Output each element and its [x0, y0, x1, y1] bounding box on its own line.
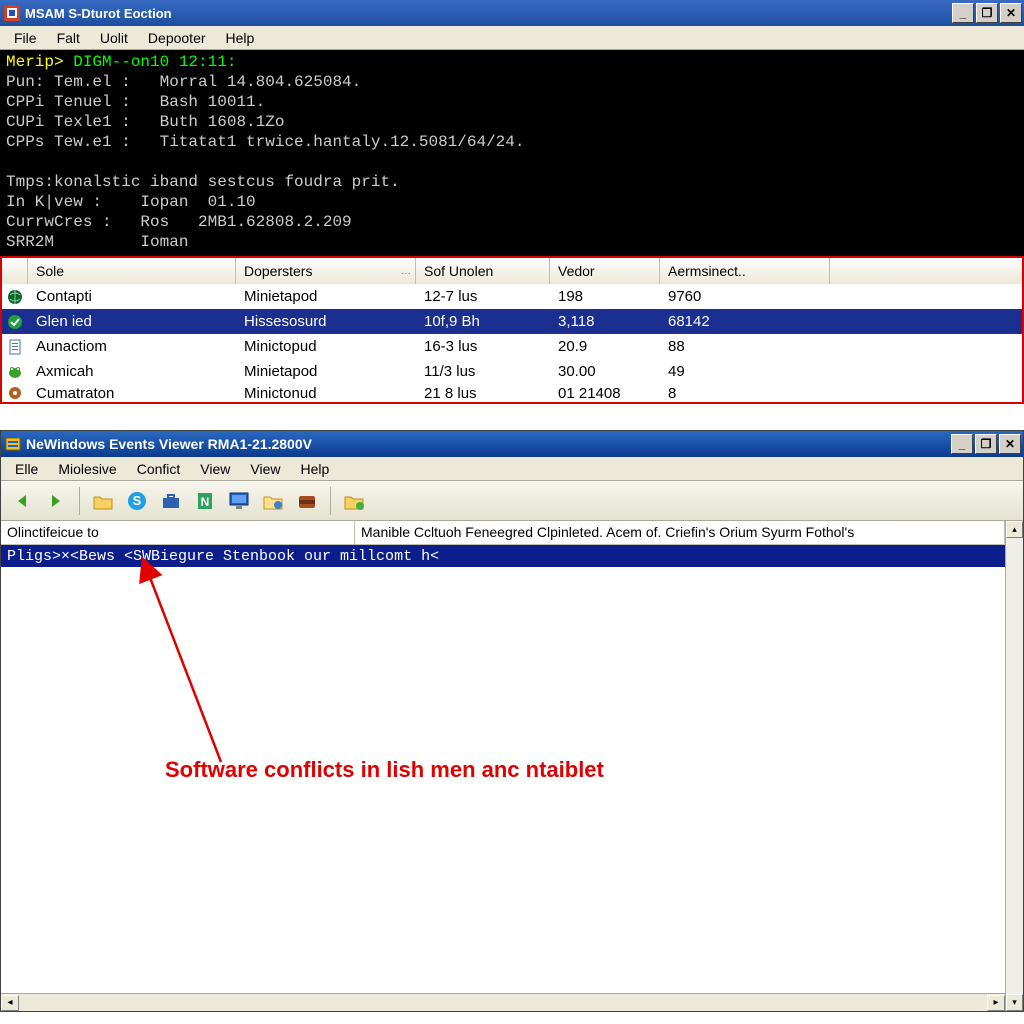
col-olinctifeicue[interactable]: Olinctifeicue to — [1, 521, 355, 544]
close-button[interactable]: ✕ — [999, 434, 1021, 454]
th-sofunolen[interactable]: Sof Unolen — [416, 258, 550, 284]
console-line: CPPs Tew.e1 : Titatat1 trwice.hantaly.12… — [6, 133, 524, 151]
menu-confict[interactable]: Confict — [127, 459, 191, 479]
window-controls-top: _ ❐ ✕ — [950, 3, 1022, 23]
events-body: Software conflicts in lish men anc ntaib… — [1, 567, 1005, 993]
menu-help[interactable]: Help — [216, 28, 265, 48]
globe-icon — [7, 289, 23, 305]
scroll-right-button[interactable]: ▸ — [987, 995, 1005, 1011]
events-title: NeWindows Events Viewer RMA1-21.2800V — [26, 436, 312, 452]
note-icon[interactable]: N — [190, 486, 220, 516]
toolbar-events: S N — [1, 481, 1023, 521]
events-viewer-window: NeWindows Events Viewer RMA1-21.2800V _ … — [0, 430, 1024, 1012]
scroll-down-button[interactable]: ▾ — [1006, 994, 1023, 1011]
folder2-icon[interactable] — [258, 486, 288, 516]
folder3-icon[interactable] — [339, 486, 369, 516]
scroll-up-button[interactable]: ▴ — [1006, 521, 1023, 538]
console-line: CurrwCres : Ros 2MB1.62808.2.209 — [6, 213, 352, 231]
menubar-events[interactable]: Elle Miolesive Confict View View Help — [1, 457, 1023, 481]
th-vedor[interactable]: Vedor — [550, 258, 660, 284]
close-button[interactable]: ✕ — [1000, 3, 1022, 23]
toolbar-separator — [79, 487, 80, 515]
toolbar-separator — [330, 487, 331, 515]
console-line: Tmps:konalstic iband sestcus foudra prit… — [6, 173, 400, 191]
th-icon[interactable] — [2, 258, 28, 284]
titlebar-events[interactable]: NeWindows Events Viewer RMA1-21.2800V _ … — [1, 431, 1023, 457]
menu-depooter[interactable]: Depooter — [138, 28, 216, 48]
console-command: DIGM--on10 12:11: — [64, 53, 237, 71]
col-manible[interactable]: Manible Ccltuoh Feneegred Clpinleted. Ac… — [355, 521, 1005, 544]
annotation-text: Software conflicts in lish men anc ntaib… — [165, 757, 604, 783]
minimize-button[interactable]: _ — [951, 434, 973, 454]
frog-icon — [7, 364, 23, 380]
events-columns: Olinctifeicue to Manible Ccltuoh Feneegr… — [1, 521, 1005, 545]
th-dopersters[interactable]: Dopersters… — [236, 258, 416, 284]
table-row[interactable]: Aunactiom Minictopud 16-3 lus 20.9 88 — [2, 334, 1022, 359]
console-line: In K|vew : Iopan 01.10 — [6, 193, 256, 211]
doc-icon — [7, 339, 23, 355]
menu-falt[interactable]: Falt — [47, 28, 90, 48]
console-line: CPPi Tenuel : Bash 10011. — [6, 93, 265, 111]
app-icon — [4, 5, 20, 21]
maximize-button[interactable]: ❐ — [976, 3, 998, 23]
horizontal-scrollbar[interactable]: ◂ ▸ — [1, 993, 1005, 1011]
vertical-scrollbar[interactable]: ▴ ▾ — [1005, 521, 1023, 1011]
gear-icon — [7, 385, 23, 401]
console-line: SRR2M Ioman — [6, 233, 188, 251]
table-header: Sole Dopersters… Sof Unolen Vedor Aermsi… — [2, 258, 1022, 284]
window-controls-events: _ ❐ ✕ — [949, 434, 1021, 454]
data-table: Sole Dopersters… Sof Unolen Vedor Aermsi… — [0, 256, 1024, 404]
console-prompt: Merip> — [6, 53, 64, 71]
table-row[interactable]: Cumatraton Minictonud 21 8 lus 01 21408 … — [2, 384, 1022, 402]
menu-help2[interactable]: Help — [290, 459, 339, 479]
menu-view[interactable]: View — [190, 459, 240, 479]
forward-icon[interactable] — [41, 486, 71, 516]
menubar-top[interactable]: File Falt Uolit Depooter Help — [0, 26, 1024, 50]
menu-uolit[interactable]: Uolit — [90, 28, 138, 48]
menu-file[interactable]: File — [4, 28, 47, 48]
titlebar-title: MSAM S-Dturot Eoction — [25, 6, 172, 21]
console-line: Pun: Tem.el : Morral 14.804.625084. — [6, 73, 361, 91]
events-icon — [5, 436, 21, 452]
table-row[interactable]: Axmicah Minietapod 11/3 lus 30.00 49 — [2, 359, 1022, 384]
check-icon — [7, 314, 23, 330]
scroll-left-button[interactable]: ◂ — [1, 995, 19, 1011]
maximize-button[interactable]: ❐ — [975, 434, 997, 454]
folder-icon[interactable] — [88, 486, 118, 516]
top-window: MSAM S-Dturot Eoction _ ❐ ✕ File Falt Uo… — [0, 0, 1024, 404]
back-icon[interactable] — [7, 486, 37, 516]
table-row[interactable]: Contapti Minietapod 12-7 lus 198 9760 — [2, 284, 1022, 309]
events-row-selected[interactable]: Pligs>×<Bews <SWBiegure Stenbook our mil… — [1, 545, 1005, 567]
svg-text:S: S — [133, 493, 142, 508]
titlebar-top[interactable]: MSAM S-Dturot Eoction _ ❐ ✕ — [0, 0, 1024, 26]
th-sole[interactable]: Sole — [28, 258, 236, 284]
skype-icon[interactable]: S — [122, 486, 152, 516]
table-row[interactable]: Glen ied Hissesosurd 10f,9 Bh 3,118 6814… — [2, 309, 1022, 334]
console-output: Merip> DIGM--on10 12:11: Pun: Tem.el : M… — [0, 50, 1024, 256]
minimize-button[interactable]: _ — [952, 3, 974, 23]
computer-icon[interactable] — [224, 486, 254, 516]
svg-text:N: N — [201, 495, 210, 509]
menu-view2[interactable]: View — [240, 459, 290, 479]
console-line: CUPi Texle1 : Buth 1608.1Zo — [6, 113, 284, 131]
wallet-icon[interactable] — [292, 486, 322, 516]
annotation-arrow — [81, 567, 281, 780]
scroll-track[interactable] — [1006, 538, 1023, 994]
th-aermsinect[interactable]: Aermsinect.. — [660, 258, 830, 284]
menu-molesive[interactable]: Miolesive — [48, 459, 126, 479]
briefcase-icon[interactable] — [156, 486, 186, 516]
menu-elle[interactable]: Elle — [5, 459, 48, 479]
